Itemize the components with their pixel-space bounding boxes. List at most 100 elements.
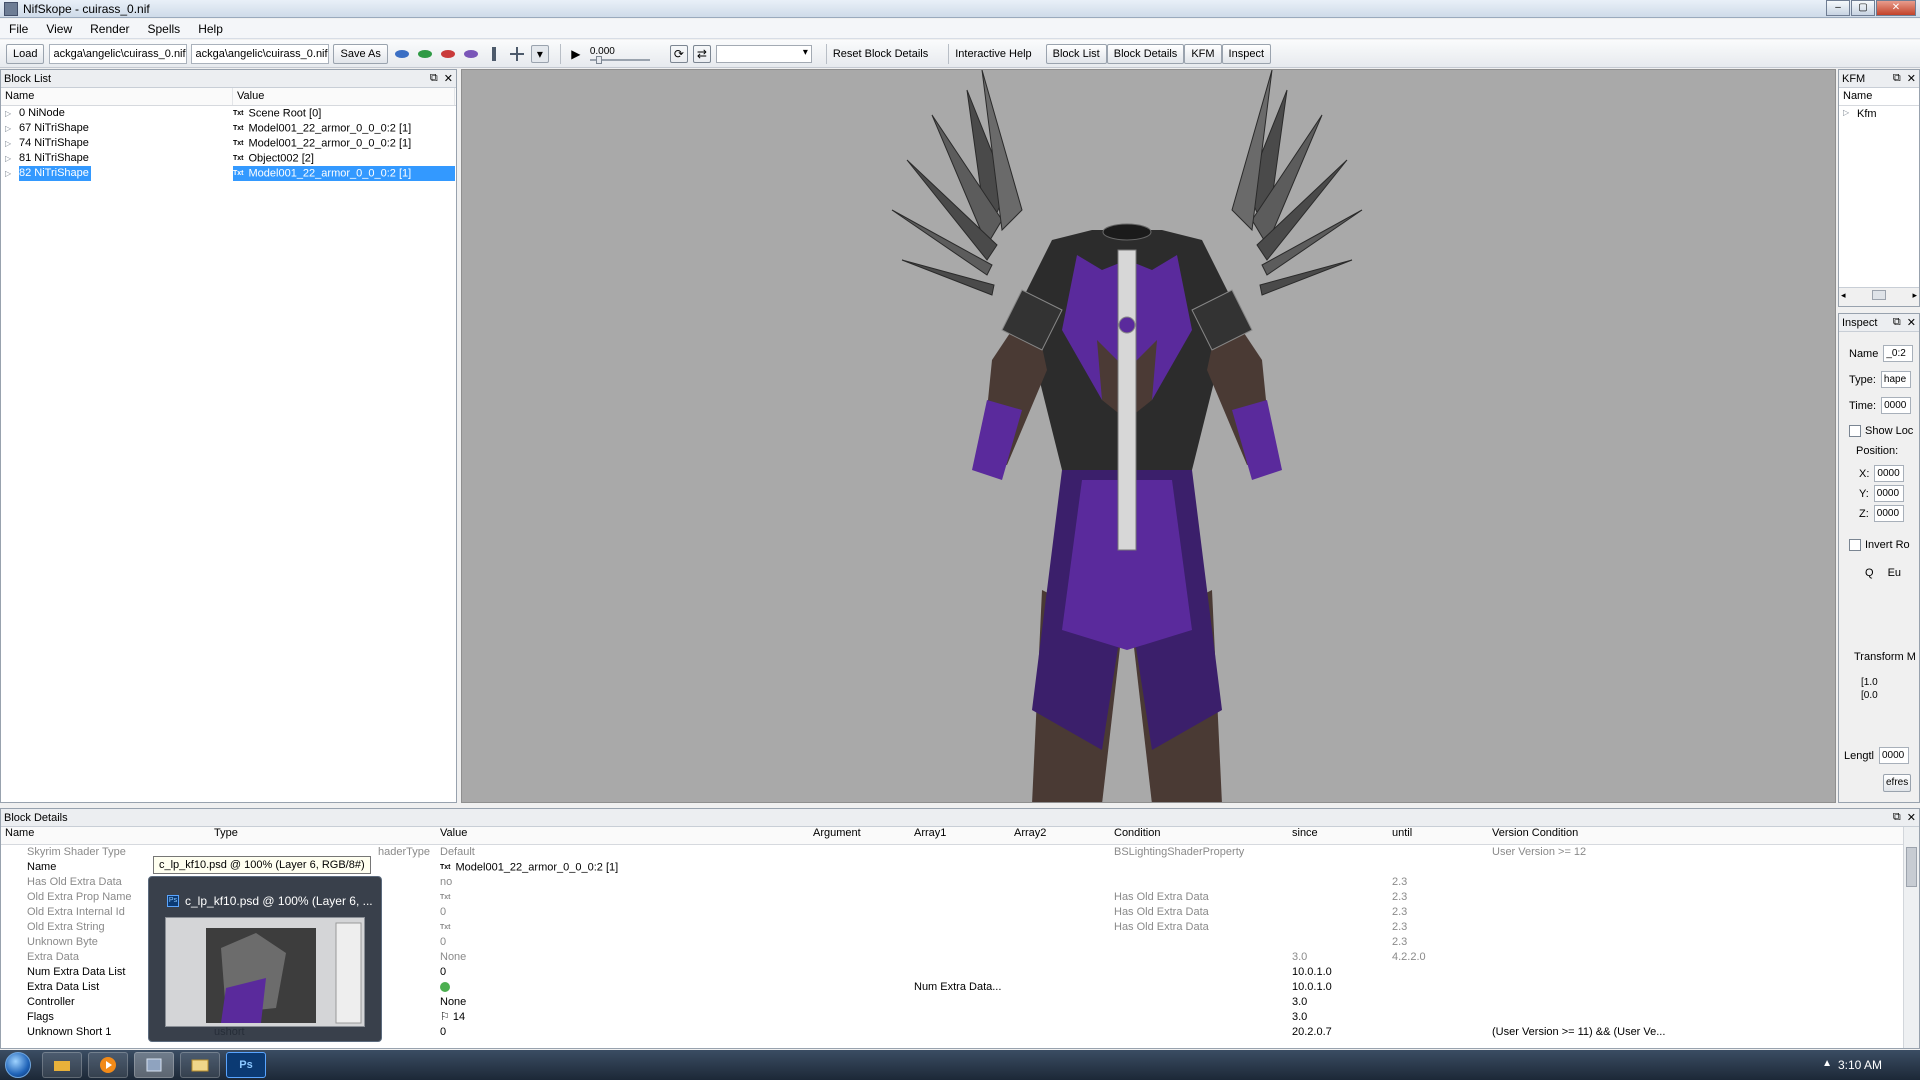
main-toolbar: Load ackga\angelic\cuirass_0.nif ackga\a…: [0, 40, 1920, 68]
expand-arrow-icon[interactable]: ▷: [5, 106, 19, 121]
close-icon[interactable]: ✕: [1907, 316, 1916, 329]
transform-icon[interactable]: [508, 45, 526, 63]
close-icon[interactable]: ✕: [1907, 811, 1916, 824]
col-name[interactable]: Name: [1, 88, 233, 105]
col-array2[interactable]: Array2: [1010, 827, 1110, 844]
block-row[interactable]: ▷ 81 NiTriShape Txt Object002 [2]: [1, 151, 456, 166]
toggle-block-details-button[interactable]: Block Details: [1106, 43, 1185, 64]
col-value[interactable]: Value: [436, 827, 809, 844]
block-row[interactable]: ▷ 0 NiNode Txt Scene Root [0]: [1, 106, 456, 121]
dropdown-arrow-icon[interactable]: ▾: [530, 44, 549, 63]
kfm-tree-item[interactable]: ▷ Kfm: [1839, 106, 1919, 122]
load-path-input[interactable]: ackga\angelic\cuirass_0.nif: [49, 43, 188, 64]
toggle-kfm-button[interactable]: KFM: [1184, 43, 1222, 64]
view-top-icon[interactable]: [439, 45, 457, 63]
expand-arrow-icon[interactable]: ▷: [5, 121, 19, 136]
load-button[interactable]: Load: [6, 43, 45, 64]
menu-file[interactable]: File: [0, 22, 37, 36]
expand-arrow-icon[interactable]: ▷: [1843, 108, 1857, 120]
loop-icon[interactable]: ⟳: [669, 44, 688, 63]
x-field[interactable]: 0000: [1874, 465, 1905, 482]
block-details-title: Block Details: [4, 811, 68, 824]
time-slider[interactable]: 0.000: [589, 46, 650, 64]
minimize-button[interactable]: –: [1826, 0, 1850, 16]
menu-render[interactable]: Render: [81, 22, 138, 36]
block-details-scrollbar[interactable]: [1903, 827, 1919, 1048]
render-viewport[interactable]: [461, 69, 1836, 803]
col-since[interactable]: since: [1288, 827, 1388, 844]
expand-arrow-icon[interactable]: ▷: [5, 136, 19, 151]
link-icon: [440, 982, 450, 993]
col-array1[interactable]: Array1: [910, 827, 1010, 844]
view-user-icon[interactable]: [462, 45, 480, 63]
walk-mode-icon[interactable]: [485, 45, 503, 63]
z-field[interactable]: 0000: [1873, 505, 1904, 522]
close-button[interactable]: ✕: [1876, 0, 1916, 16]
length-field[interactable]: 0000: [1878, 747, 1909, 764]
kfm-hscrollbar[interactable]: ◂ ▸: [1839, 288, 1919, 302]
y-label: Y:: [1859, 487, 1869, 500]
undock-icon[interactable]: ⧉: [1893, 316, 1901, 329]
menu-help[interactable]: Help: [189, 22, 232, 36]
kfm-title: KFM: [1842, 72, 1866, 85]
taskbar-media-player[interactable]: [88, 1052, 128, 1078]
txt-icon: Txt: [440, 924, 451, 931]
col-version-condition[interactable]: Version Condition: [1488, 827, 1678, 844]
animation-select[interactable]: [715, 44, 812, 63]
taskbar-explorer[interactable]: [180, 1052, 220, 1078]
toggle-inspect-button[interactable]: Inspect: [1221, 43, 1272, 64]
txt-icon: Txt: [233, 140, 244, 147]
inspect-panel: Inspect ⧉ ✕ Name _0:2 Type: hape Time: 0000 …: [1838, 313, 1920, 803]
invert-rotation-checkbox[interactable]: [1849, 539, 1861, 551]
view-front-icon[interactable]: [393, 45, 411, 63]
system-clock[interactable]: 3:10 AM: [1838, 1058, 1882, 1072]
start-button[interactable]: [0, 1050, 36, 1080]
col-value[interactable]: Value: [233, 88, 455, 105]
menu-spells[interactable]: Spells: [139, 22, 190, 36]
maximize-button[interactable]: ▢: [1851, 0, 1875, 16]
show-local-checkbox[interactable]: [1849, 425, 1861, 437]
taskbar-thumbnail-preview[interactable]: Ps c_lp_kf10.psd @ 100% (Layer 6, ...: [148, 876, 382, 1042]
block-row-selected[interactable]: ▷ 82 NiTriShape Txt Model001_22_armor_0_0_…: [1, 166, 456, 181]
inspect-titlebar: Inspect ⧉ ✕: [1839, 314, 1919, 332]
col-argument[interactable]: Argument: [809, 827, 910, 844]
block-row[interactable]: ▷ 74 NiTriShape Txt Model001_22_armor_0_0_…: [1, 136, 456, 151]
time-field[interactable]: 0000: [1881, 397, 1912, 414]
taskbar-nifskope[interactable]: [134, 1052, 174, 1078]
expand-arrow-icon[interactable]: ▷: [5, 151, 19, 166]
switch-anim-icon[interactable]: ⇄: [692, 44, 711, 63]
type-field[interactable]: hape: [1880, 371, 1911, 388]
col-until[interactable]: until: [1388, 827, 1488, 844]
toolbar-separator: [559, 43, 561, 64]
txt-icon: Txt: [233, 125, 244, 132]
tray-expand-icon[interactable]: ▲: [1822, 1058, 1832, 1069]
reset-block-details-button[interactable]: Reset Block Details: [833, 48, 928, 60]
col-condition[interactable]: Condition: [1110, 827, 1288, 844]
save-as-button[interactable]: Save As: [333, 43, 388, 64]
expand-arrow-icon[interactable]: ▷: [5, 166, 19, 181]
name-field[interactable]: _0:2: [1883, 345, 1914, 362]
undock-icon[interactable]: ⧉: [1893, 811, 1901, 824]
length-label: Lengtl: [1844, 749, 1874, 762]
scrollbar-thumb[interactable]: [1906, 847, 1917, 887]
block-row[interactable]: ▷ 67 NiTriShape Txt Model001_22_armor_0_0_…: [1, 121, 456, 136]
taskbar-folder-app[interactable]: [42, 1052, 82, 1078]
y-field[interactable]: 0000: [1873, 485, 1904, 502]
refresh-button[interactable]: efres: [1883, 774, 1912, 792]
col-name[interactable]: Name: [1, 827, 210, 844]
undock-icon[interactable]: ⧉: [430, 72, 438, 85]
taskbar-photoshop[interactable]: Ps: [226, 1052, 266, 1078]
close-icon[interactable]: ✕: [444, 72, 453, 85]
undock-icon[interactable]: ⧉: [1893, 72, 1901, 85]
col-type[interactable]: Type: [210, 827, 436, 844]
toggle-block-list-button[interactable]: Block List: [1045, 43, 1107, 64]
view-side-icon[interactable]: [416, 45, 434, 63]
kfm-col-name[interactable]: Name: [1839, 88, 1919, 106]
txt-icon: Txt: [233, 170, 244, 177]
menu-view[interactable]: View: [37, 22, 81, 36]
close-icon[interactable]: ✕: [1907, 72, 1916, 85]
interactive-help-button[interactable]: Interactive Help: [955, 48, 1031, 60]
play-icon[interactable]: ▶: [567, 45, 585, 63]
save-path-input[interactable]: ackga\angelic\cuirass_0.nif: [191, 43, 330, 64]
toolbar-separator: [825, 43, 827, 64]
